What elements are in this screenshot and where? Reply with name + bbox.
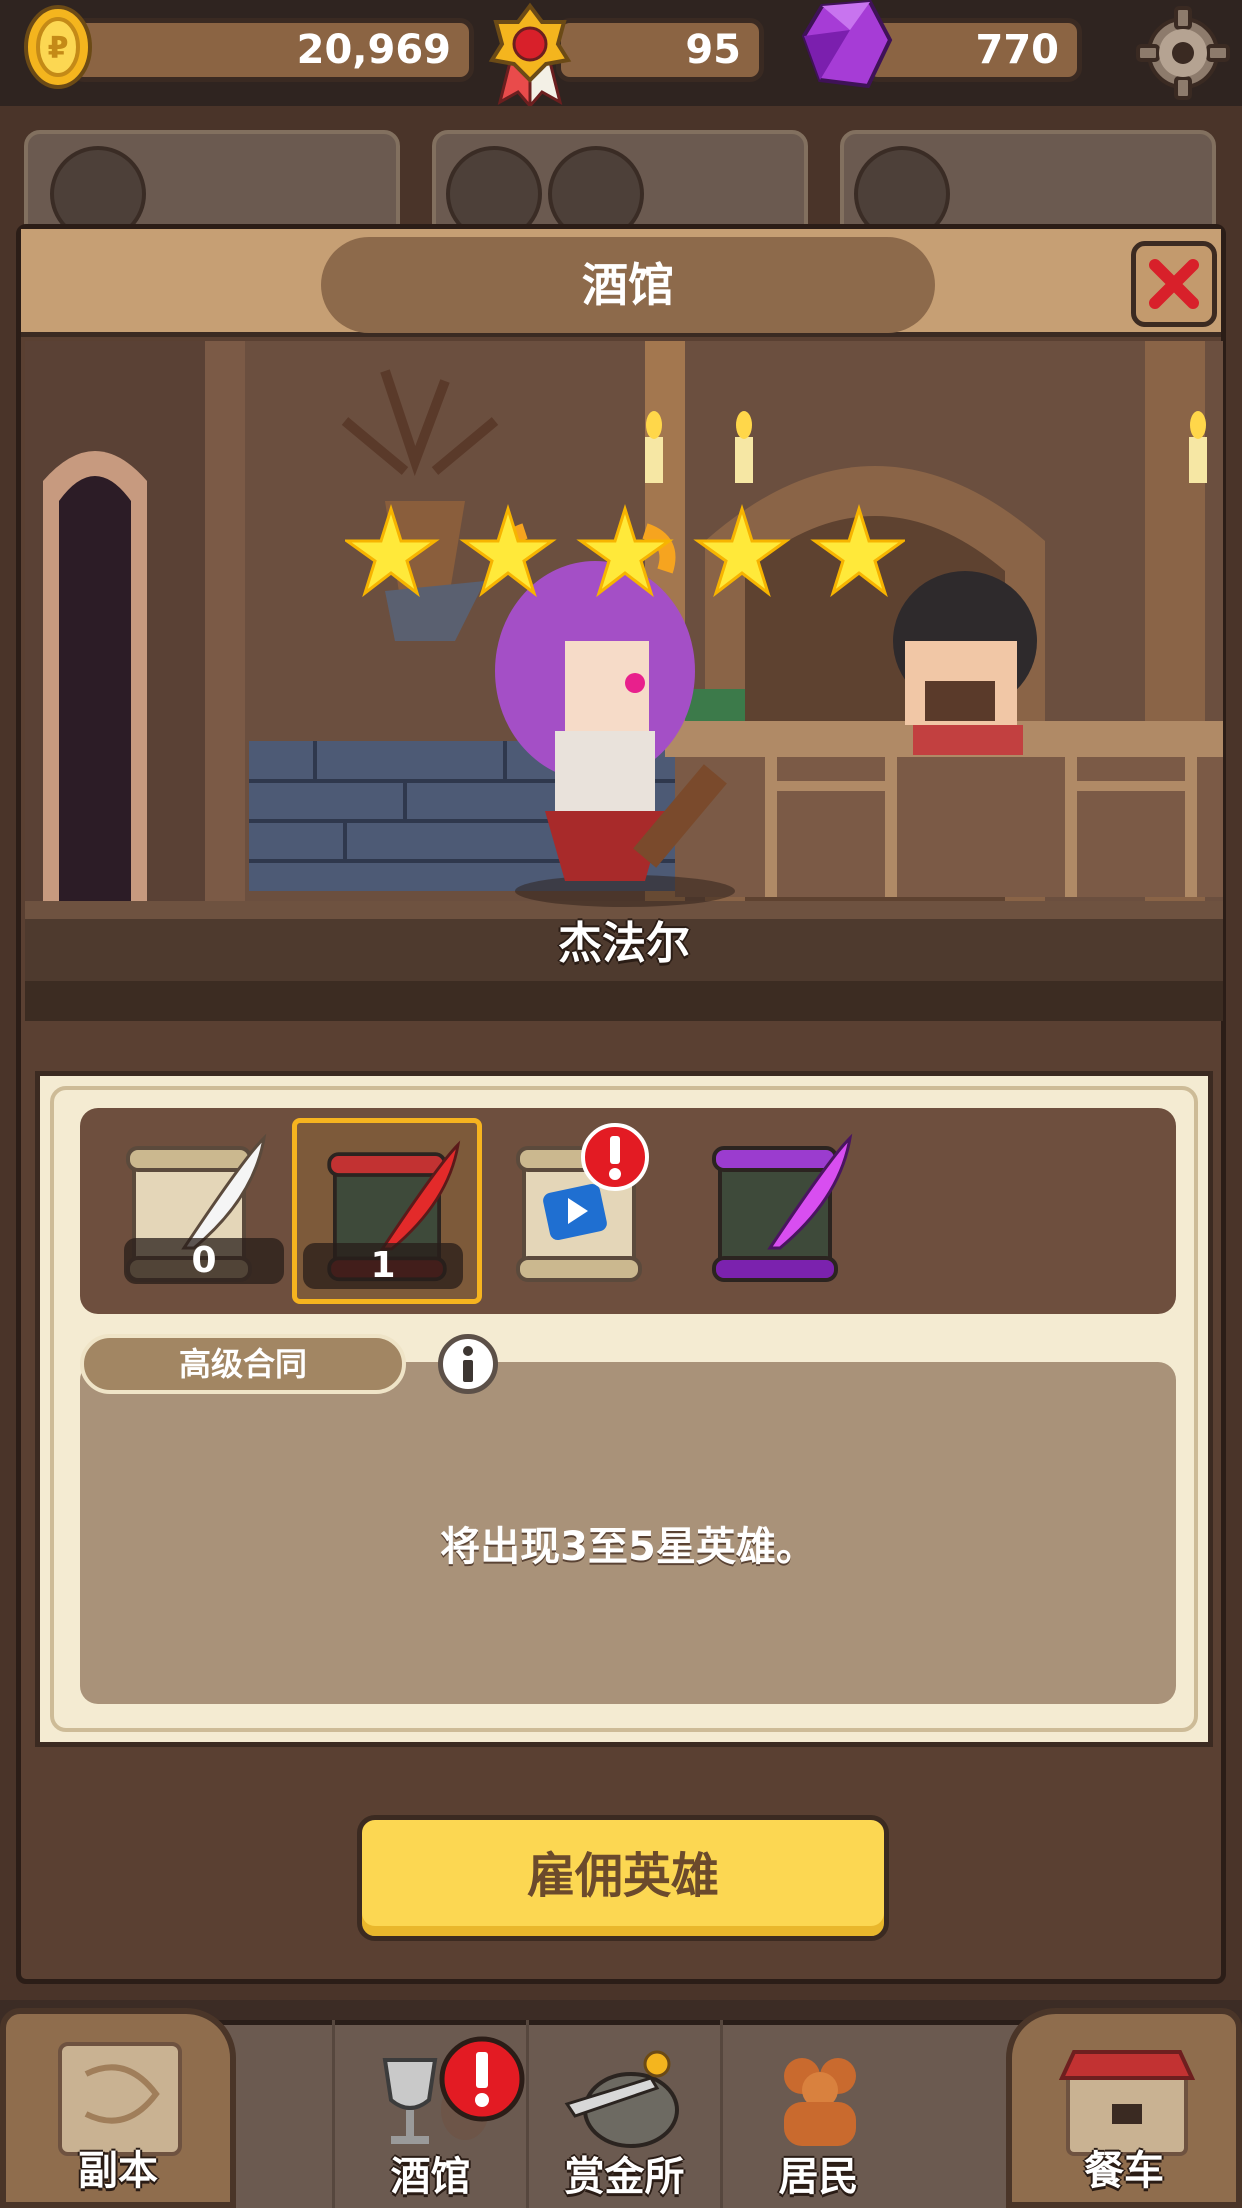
contract-slot-premium[interactable]: [680, 1118, 870, 1304]
currency-bar: 20,969 ₽ 95 770: [0, 0, 1242, 106]
contract-description-box: 将出现3至5星英雄。: [80, 1362, 1176, 1704]
alert-badge-icon: [581, 1123, 649, 1191]
svg-text:₽: ₽: [48, 31, 69, 66]
hire-hero-button[interactable]: 雇佣英雄: [357, 1815, 889, 1941]
close-icon: [1149, 259, 1199, 309]
star-icon: [459, 503, 557, 598]
contract-count: 1: [303, 1243, 463, 1289]
nav-label: 副本: [78, 2148, 158, 2194]
info-icon[interactable]: [438, 1334, 498, 1394]
gold-counter: 20,969: [70, 18, 474, 82]
contract-selector: 0 1: [80, 1108, 1176, 1314]
nav-tavern[interactable]: 酒馆: [332, 2020, 526, 2208]
gem-counter: 770: [864, 18, 1082, 82]
tavern-scene: 杰法尔: [25, 341, 1223, 1021]
purple-quill-scroll-icon: [712, 1133, 853, 1282]
medal-counter: 95: [556, 18, 764, 82]
nav-residents[interactable]: 居民: [720, 2020, 914, 2208]
alert-badge-icon: [439, 2036, 525, 2122]
nav-dungeon[interactable]: 副本: [0, 2008, 236, 2208]
nav-label: 酒馆: [390, 2154, 471, 2200]
nav-label: 居民: [778, 2154, 859, 2200]
residents-icon: [784, 2058, 856, 2146]
purple-gem-icon: [801, 0, 893, 89]
contract-slot-advanced[interactable]: 1: [292, 1118, 482, 1304]
bottom-nav: 副本 酒馆 赏金所 居民 餐车: [0, 2000, 1242, 2208]
close-button[interactable]: [1131, 241, 1217, 327]
bounty-sack-icon: [564, 2050, 679, 2148]
gold-coin-icon: ₽: [24, 5, 92, 89]
contract-name-label: 高级合同: [80, 1334, 406, 1394]
nav-bounty[interactable]: 赏金所: [526, 2020, 720, 2208]
tavern-modal: 酒馆 杰法尔 0 1 将出现3至5星英雄。 高级合同 雇佣英雄: [16, 224, 1226, 1984]
contract-panel: 0 1 将出现3至5星英雄。 高级合同: [35, 1071, 1213, 1747]
star-rating: [345, 503, 905, 598]
contract-description: 将出现3至5星英雄。: [440, 1524, 816, 1570]
modal-header: 酒馆: [21, 229, 1221, 337]
star-icon: [810, 503, 905, 598]
contract-count: 0: [124, 1238, 284, 1284]
medal-icon: [488, 2, 572, 106]
contract-slot-basic[interactable]: 0: [94, 1118, 284, 1304]
nav-label: 赏金所: [564, 2154, 685, 2200]
contract-slot-ad[interactable]: [484, 1118, 674, 1304]
star-icon: [576, 503, 674, 598]
nav-label: 餐车: [1084, 2148, 1164, 2194]
modal-title: 酒馆: [321, 237, 935, 333]
gear-icon[interactable]: [1134, 4, 1232, 102]
hero-name: 杰法尔: [558, 918, 690, 969]
star-icon: [345, 503, 440, 598]
star-icon: [693, 503, 791, 598]
nav-dining-car[interactable]: 餐车: [1006, 2008, 1242, 2208]
